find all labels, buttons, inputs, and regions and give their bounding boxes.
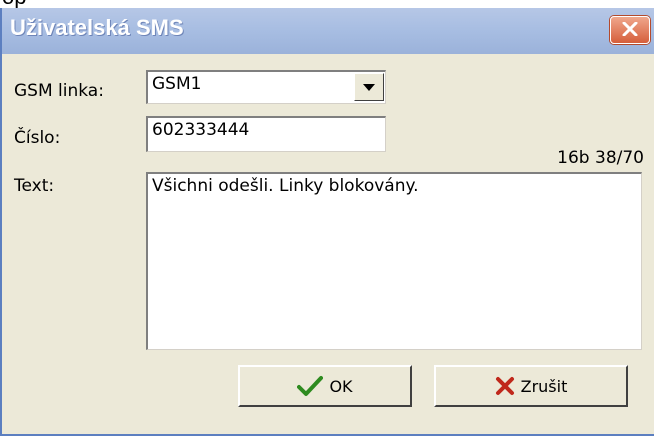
cancel-label: Zrušit — [520, 376, 568, 396]
gsm-line-label: GSM linka: — [14, 81, 104, 101]
gsm-line-select[interactable]: GSM1 — [146, 70, 386, 104]
character-counter: 16b 38/70 — [557, 148, 644, 168]
title-bar: Uživatelská SMS — [2, 8, 654, 54]
checkmark-icon — [297, 376, 324, 396]
ok-label: OK — [329, 376, 353, 396]
window-title: Uživatelská SMS — [10, 15, 184, 40]
number-label: Číslo: — [14, 128, 61, 148]
x-icon — [495, 377, 514, 395]
close-button[interactable] — [610, 16, 650, 44]
number-value: 602333444 — [152, 120, 250, 140]
message-textarea[interactable]: Všichni odešli. Linky blokovány. — [146, 172, 642, 350]
number-input[interactable]: 602333444 — [146, 116, 386, 152]
gsm-line-value: GSM1 — [152, 74, 202, 94]
message-value: Všichni odešli. Linky blokovány. — [152, 176, 419, 196]
sms-dialog: Uživatelská SMS GSM linka: GSM1 Číslo: 6… — [0, 8, 654, 436]
cancel-button[interactable]: Zrušit — [434, 365, 628, 407]
text-label: Text: — [14, 176, 55, 196]
ok-button[interactable]: OK — [238, 365, 412, 407]
close-icon — [622, 22, 638, 36]
chevron-down-icon[interactable] — [354, 73, 384, 101]
